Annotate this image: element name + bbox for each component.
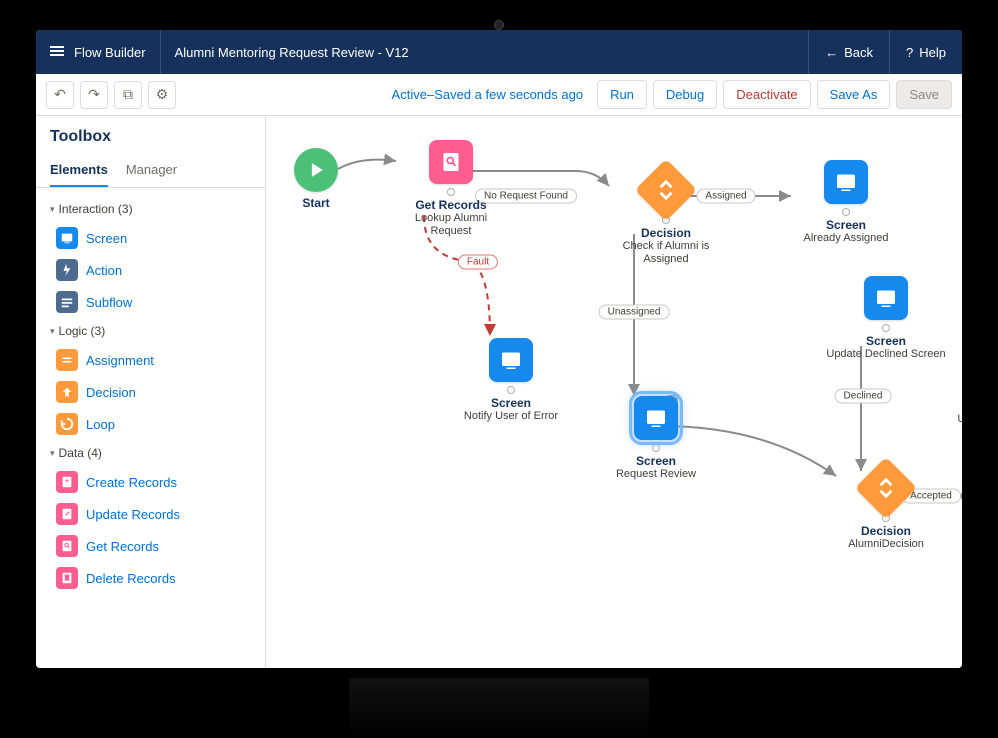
- connector-label-unassigned: Unassigned: [599, 305, 670, 320]
- palette-create-records[interactable]: Create Records: [48, 466, 259, 498]
- save-as-button[interactable]: Save As: [817, 80, 891, 109]
- category-logic[interactable]: ▾Logic (3): [42, 318, 259, 344]
- monitor-stand: [349, 678, 649, 738]
- toolbox-sidebar: Toolbox Elements Manager ▾Interaction (3…: [36, 116, 266, 668]
- palette-get-records[interactable]: Get Records: [48, 530, 259, 562]
- toolbox-title: Toolbox: [36, 116, 265, 154]
- app-title: Flow Builder: [74, 45, 146, 60]
- node-get-records[interactable]: Get Records Lookup Alumni Request: [396, 140, 506, 238]
- node-start[interactable]: Start: [294, 148, 338, 210]
- palette-update-records[interactable]: Update Records: [48, 498, 259, 530]
- action-icon: [56, 259, 78, 281]
- flow-icon: [50, 46, 66, 58]
- decision-icon: [56, 381, 78, 403]
- flow-name: Alumni Mentoring Request Review - V12: [161, 30, 809, 74]
- category-interaction[interactable]: ▾Interaction (3): [42, 196, 259, 222]
- tab-elements[interactable]: Elements: [50, 154, 108, 187]
- loop-icon: [56, 413, 78, 435]
- back-button[interactable]: ← Back: [808, 30, 889, 74]
- debug-button[interactable]: Debug: [653, 80, 717, 109]
- save-button[interactable]: Save: [896, 80, 952, 109]
- tab-manager[interactable]: Manager: [126, 154, 177, 187]
- palette-screen[interactable]: Screen: [48, 222, 259, 254]
- flow-canvas[interactable]: No Request Found Fault Assigned Unassign…: [266, 116, 962, 668]
- category-data[interactable]: ▾Data (4): [42, 440, 259, 466]
- create-records-icon: [56, 471, 78, 493]
- connector-label-declined: Declined: [835, 389, 892, 404]
- node-decision-alumni[interactable]: Decision AlumniDecision: [826, 466, 946, 551]
- node-decision-assigned[interactable]: Decision Check if Alumni is Assigned: [596, 168, 736, 266]
- app-header: Flow Builder Alumni Mentoring Request Re…: [36, 30, 962, 74]
- palette-action[interactable]: Action: [48, 254, 259, 286]
- chevron-down-icon: ▾: [50, 326, 55, 337]
- chevron-down-icon: ▾: [50, 448, 55, 459]
- arrow-left-icon: ←: [825, 45, 838, 60]
- copy-button[interactable]: ⧉: [114, 81, 142, 109]
- settings-button[interactable]: ⚙: [148, 81, 176, 109]
- app-brand: Flow Builder: [36, 30, 161, 74]
- webcam: [494, 20, 504, 30]
- back-label: Back: [844, 45, 873, 60]
- run-button[interactable]: Run: [597, 80, 647, 109]
- subflow-icon: [56, 291, 78, 313]
- palette-subflow[interactable]: Subflow: [48, 286, 259, 318]
- assignment-icon: [56, 349, 78, 371]
- node-screen-error[interactable]: Screen Notify User of Error: [446, 338, 576, 423]
- palette-decision[interactable]: Decision: [48, 376, 259, 408]
- palette-assignment[interactable]: Assignment: [48, 344, 259, 376]
- redo-button[interactable]: ↷: [80, 81, 108, 109]
- node-screen-assigned[interactable]: Screen Already Assigned: [786, 160, 906, 245]
- undo-button[interactable]: ↶: [46, 81, 74, 109]
- node-update-records[interactable]: Update Records Update Alumni Request: [956, 461, 962, 546]
- palette-loop[interactable]: Loop: [48, 408, 259, 440]
- toolbar: ↶ ↷ ⧉ ⚙ Active–Saved a few seconds ago R…: [36, 74, 962, 116]
- node-screen-declined[interactable]: Screen Update Declined Screen: [821, 276, 951, 361]
- screen-icon: [56, 227, 78, 249]
- delete-records-icon: [56, 567, 78, 589]
- update-records-icon: [56, 503, 78, 525]
- deactivate-button[interactable]: Deactivate: [723, 80, 810, 109]
- palette-delete-records[interactable]: Delete Records: [48, 562, 259, 594]
- get-records-icon: [56, 535, 78, 557]
- chevron-down-icon: ▾: [50, 204, 55, 215]
- save-status: Active–Saved a few seconds ago: [392, 87, 592, 102]
- connector-label-fault: Fault: [458, 255, 498, 270]
- help-label: Help: [919, 45, 946, 60]
- node-screen-review[interactable]: Screen Request Review: [596, 396, 716, 481]
- node-screen-confirmed[interactable]: Screen Update Confirmed Screen: [956, 341, 962, 426]
- help-button[interactable]: ? Help: [889, 30, 962, 74]
- help-icon: ?: [906, 45, 913, 60]
